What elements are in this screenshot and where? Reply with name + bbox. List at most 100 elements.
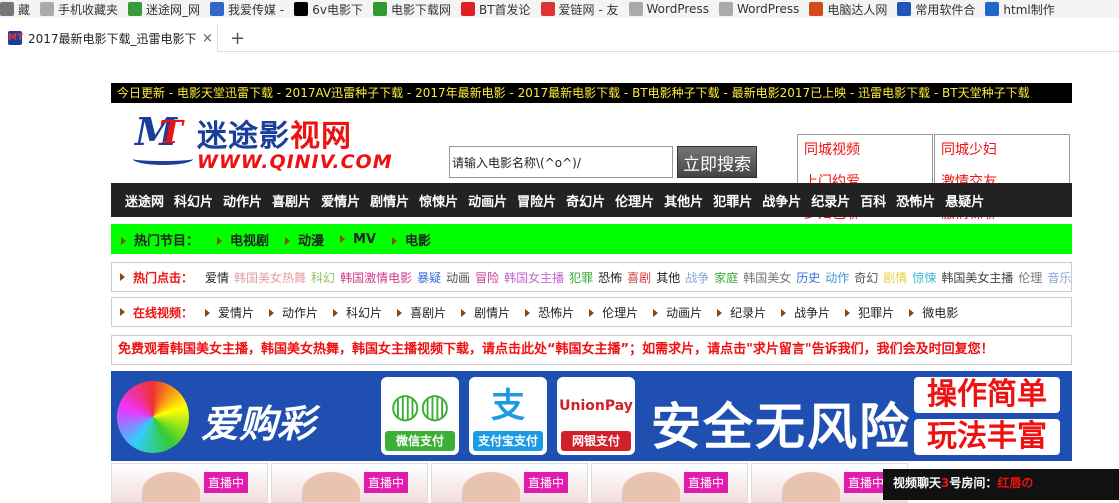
bookmark-label: 迷途网_网 (146, 2, 201, 17)
online-video-link[interactable]: 恐怖片 (525, 304, 574, 321)
hot-click-link[interactable]: 奇幻 (854, 269, 878, 286)
nav-item[interactable]: 惊悚片 (419, 191, 458, 210)
site-logo[interactable]: M T 迷途影视网 WWW.QINIV.COM (133, 109, 393, 175)
bookmark-item[interactable]: BT首发论 (460, 1, 531, 18)
site-url: WWW.QINIV.COM (197, 151, 393, 173)
online-video-link[interactable]: 剧情片 (461, 304, 510, 321)
hot-program-link[interactable]: MV (340, 232, 376, 247)
online-video-link[interactable]: 微电影 (909, 304, 958, 321)
new-tab-button[interactable]: + (230, 28, 245, 49)
nav-item[interactable]: 奇幻片 (566, 191, 605, 210)
online-video-link[interactable]: 动作片 (269, 304, 318, 321)
hot-program-link[interactable]: 电视剧 (217, 230, 269, 249)
banner-slogan: 安全无风险 (651, 398, 911, 456)
bookmark-item[interactable]: WordPress (628, 2, 709, 16)
live-thumbnail[interactable]: 直播中 (591, 463, 748, 503)
nav-item[interactable]: 爱情片 (321, 191, 360, 210)
bookmark-item[interactable]: 爱链网 - 友 (540, 1, 619, 18)
update-ticker[interactable]: 今日更新 - 电影天堂迅雷下载 - 2017AV迅雷种子下载 - 2017年最新… (111, 83, 1072, 103)
nav-item[interactable]: 迷途网 (125, 191, 164, 210)
bookmark-item[interactable]: html制作 (985, 1, 1055, 18)
nav-item[interactable]: 喜剧片 (272, 191, 311, 210)
notice-bar[interactable]: 免费观看韩国美女主播，韩国美女热舞，韩国女主播视频下载，请点击此处“韩国女主播”… (111, 335, 1072, 365)
hot-click-link[interactable]: 剧情 (883, 269, 907, 286)
document-icon (40, 2, 55, 16)
hot-click-link[interactable]: 韩国美女主播 (941, 269, 1013, 286)
hot-click-link[interactable]: 科幻 (311, 269, 335, 286)
hot-click-link[interactable]: 历史 (796, 269, 820, 286)
ad-link[interactable]: 同城少妇 (941, 139, 997, 159)
live-thumbnail[interactable]: 直播中 (431, 463, 588, 503)
hot-click-link[interactable]: 韩国女主播 (504, 269, 564, 286)
bookmark-item[interactable]: WordPress (718, 2, 799, 16)
banner-features: 操作简单 玩法丰富 (914, 377, 1060, 461)
online-video-link[interactable]: 纪录片 (717, 304, 766, 321)
nav-item[interactable]: 犯罪片 (713, 191, 752, 210)
hot-click-link[interactable]: 犯罪 (569, 269, 593, 286)
live-thumbnail[interactable]: 直播中 (271, 463, 428, 503)
hot-click-link[interactable]: 音乐 (1047, 269, 1071, 286)
bookmark-item[interactable]: 常用软件合 (897, 1, 975, 18)
hot-click-link[interactable]: 韩国美女热舞 (234, 269, 306, 286)
hot-click-link[interactable]: 爱情 (205, 269, 229, 286)
online-video-link[interactable]: 喜剧片 (397, 304, 446, 321)
hot-click-link[interactable]: 动画 (446, 269, 470, 286)
online-video-link[interactable]: 动画片 (653, 304, 702, 321)
live-thumbnail[interactable]: 直播中 (111, 463, 268, 503)
bookmark-label: html制作 (1003, 2, 1055, 17)
hot-click-link[interactable]: 暴疑 (417, 269, 441, 286)
online-video-link[interactable]: 犯罪片 (845, 304, 894, 321)
online-video-label: 动作片 (282, 305, 319, 320)
nav-item[interactable]: 纪录片 (811, 191, 850, 210)
bookmark-item[interactable]: 6v电影下 (294, 1, 363, 18)
online-video-label: 爱情片 (218, 305, 255, 320)
online-video-label: 在线视频： (133, 305, 194, 320)
hot-click-link[interactable]: 战争 (685, 269, 709, 286)
online-video-link[interactable]: 爱情片 (205, 304, 254, 321)
bookmark-item[interactable]: 手机收藏夹 (40, 1, 118, 18)
hot-click-link[interactable]: 韩国美女 (743, 269, 791, 286)
hot-click-link[interactable]: 其他 (656, 269, 680, 286)
nav-item[interactable]: 动画片 (468, 191, 507, 210)
hot-click-link[interactable]: 伦理 (1018, 269, 1042, 286)
nav-item[interactable]: 伦理片 (615, 191, 654, 210)
thumbnail-image (782, 472, 840, 502)
hot-program-link[interactable]: 电影 (392, 230, 431, 249)
nav-item[interactable]: 战争片 (762, 191, 801, 210)
nav-item[interactable]: 科幻片 (174, 191, 213, 210)
browser-tab[interactable]: MT 2017最新电影下载_迅雷电影下 × (0, 24, 218, 52)
video-chat-bar[interactable]: 视频聊天3号房间：红唇の (883, 469, 1119, 500)
bt-logo-icon (460, 2, 475, 16)
nav-item[interactable]: 百科 (860, 191, 886, 210)
live-badge: 直播中 (204, 472, 249, 493)
bookmark-item[interactable]: 藏 (0, 1, 30, 18)
site-favicon-icon: MT (8, 31, 24, 45)
bookmark-label: WordPress (646, 2, 709, 16)
hot-click-link[interactable]: 家庭 (714, 269, 738, 286)
bookmark-item[interactable]: 迷途网_网 (128, 1, 200, 18)
nav-item[interactable]: 动作片 (223, 191, 262, 210)
online-video-link[interactable]: 伦理片 (589, 304, 638, 321)
hot-click-link[interactable]: 动作 (825, 269, 849, 286)
hot-click-link[interactable]: 喜剧 (627, 269, 651, 286)
ad-banner[interactable]: 爱购彩 安全无风险 操作简单 玩法丰富 ◍◍ 微信支付支支付宝支付 UnionPay… (111, 371, 1072, 461)
nav-item[interactable]: 冒险片 (517, 191, 556, 210)
bookmark-item[interactable]: 我爱传媒 - (210, 1, 284, 18)
close-tab-icon[interactable]: × (202, 31, 213, 46)
nav-item[interactable]: 其他片 (664, 191, 703, 210)
bookmark-item[interactable]: 电影下载网 (372, 1, 451, 18)
hot-click-link[interactable]: 冒险 (475, 269, 499, 286)
ad-link[interactable]: 同城视频 (804, 139, 860, 159)
search-button[interactable]: 立即搜索 (677, 146, 757, 178)
hot-click-link[interactable]: 惊悚 (912, 269, 936, 286)
hot-click-link[interactable]: 韩国激情电影 (340, 269, 412, 286)
nav-item[interactable]: 恐怖片 (896, 191, 935, 210)
search-input[interactable] (449, 146, 673, 178)
hot-click-link[interactable]: 恐怖 (598, 269, 622, 286)
hot-program-link[interactable]: 动漫 (285, 230, 324, 249)
online-video-link[interactable]: 战争片 (781, 304, 830, 321)
nav-item[interactable]: 剧情片 (370, 191, 409, 210)
nav-item[interactable]: 悬疑片 (945, 191, 984, 210)
bookmark-item[interactable]: 电脑达人网 (809, 1, 887, 18)
online-video-link[interactable]: 科幻片 (333, 304, 382, 321)
